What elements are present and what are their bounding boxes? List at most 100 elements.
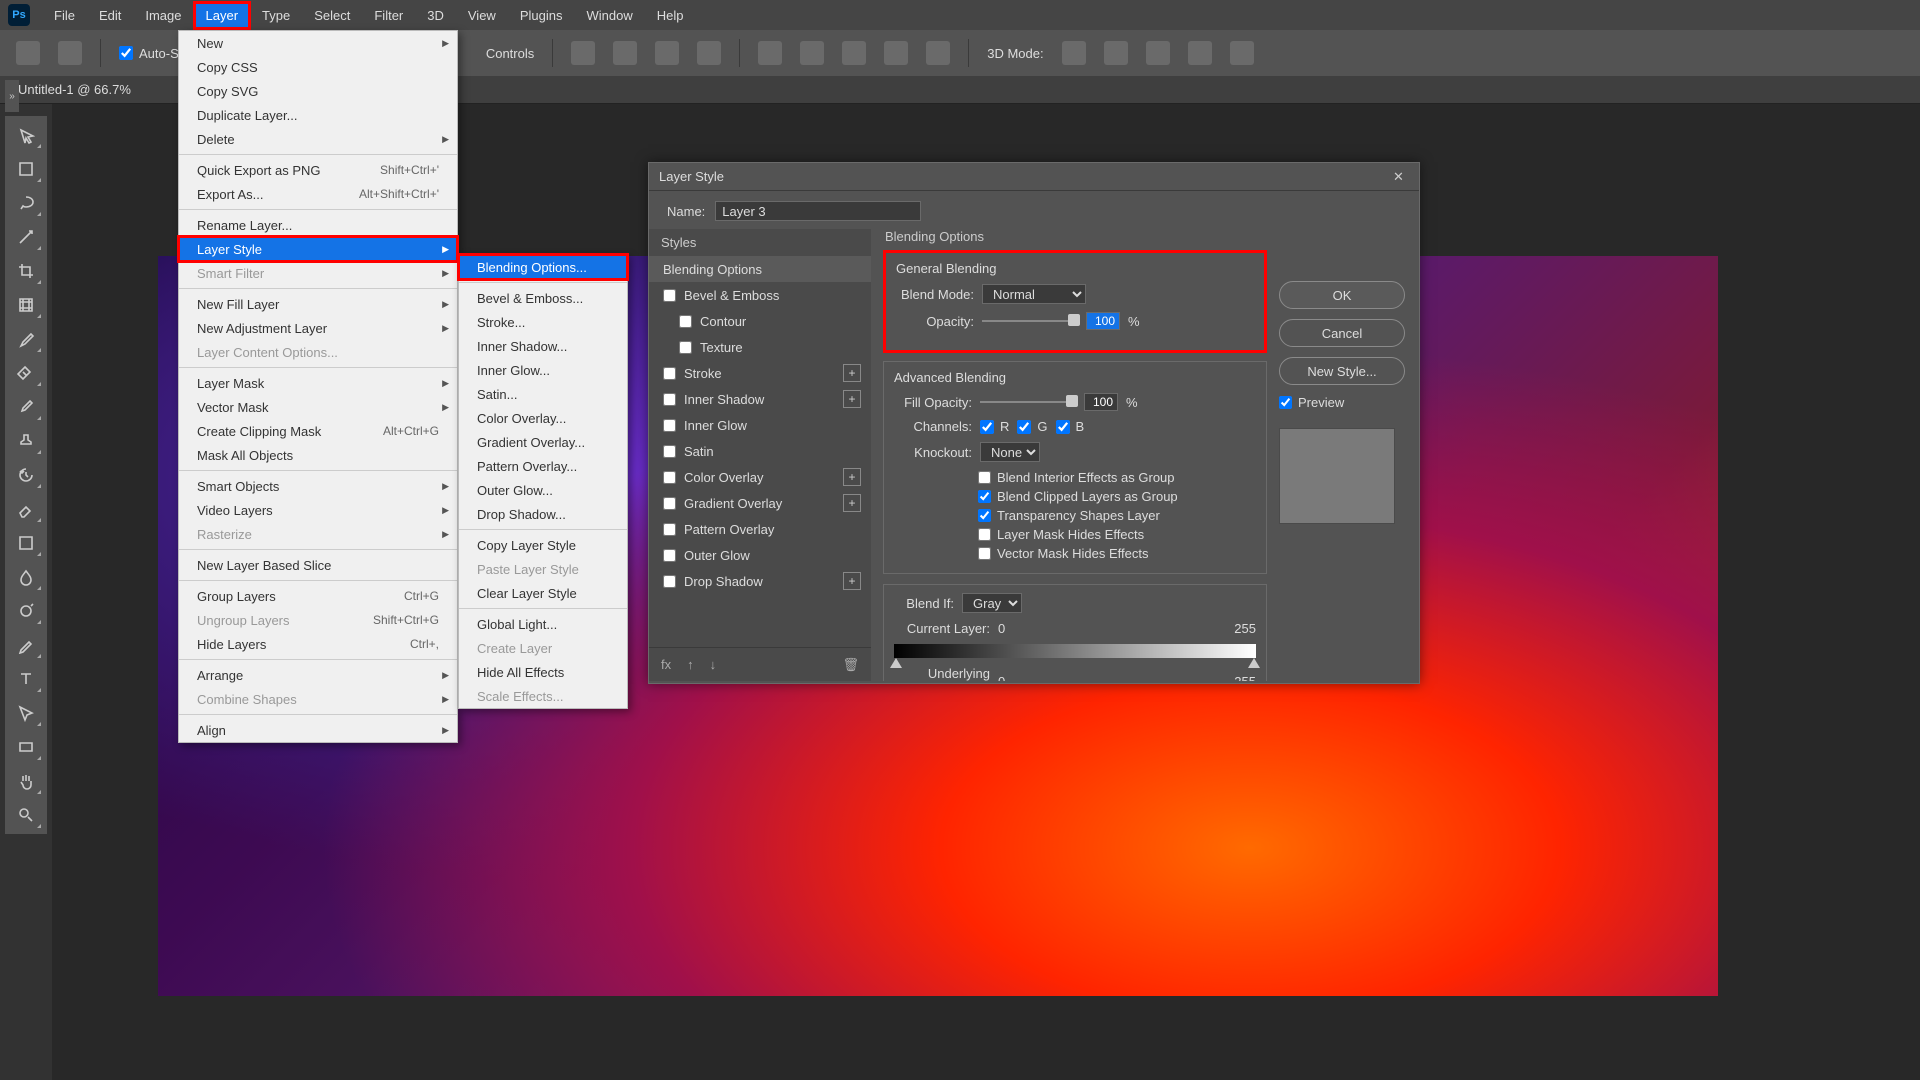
vector-mask-hides-checkbox[interactable] — [978, 547, 991, 560]
transparency-shapes-checkbox[interactable] — [978, 509, 991, 522]
more-icon[interactable] — [926, 41, 950, 65]
style-row[interactable]: Satin — [649, 438, 871, 464]
style-checkbox[interactable] — [663, 549, 676, 562]
align-left-icon[interactable] — [571, 41, 595, 65]
blend-interior-checkbox[interactable] — [978, 471, 991, 484]
align-center-icon[interactable] — [613, 41, 637, 65]
style-row[interactable]: Blending Options — [649, 256, 871, 282]
walk3d-icon[interactable] — [1188, 41, 1212, 65]
move-tool[interactable] — [9, 120, 43, 150]
hand-tool[interactable] — [9, 766, 43, 796]
blur-tool[interactable] — [9, 562, 43, 592]
menu-item[interactable]: Smart Objects — [179, 474, 457, 498]
trash-icon[interactable]: 🗑 — [842, 657, 859, 673]
add-effect-icon[interactable]: + — [843, 494, 861, 512]
orbit3d-icon[interactable] — [1062, 41, 1086, 65]
heal-tool[interactable] — [9, 358, 43, 388]
menu-item[interactable]: Arrange — [179, 663, 457, 687]
submenu-item[interactable]: Inner Glow... — [459, 358, 627, 382]
layer-menu[interactable]: NewCopy CSSCopy SVGDuplicate Layer...Del… — [178, 30, 458, 743]
brush-tool[interactable] — [9, 392, 43, 422]
path-tool[interactable] — [9, 698, 43, 728]
style-checkbox[interactable] — [679, 341, 692, 354]
layer-mask-hides-checkbox[interactable] — [978, 528, 991, 541]
blend-mode-select[interactable]: Normal — [982, 284, 1086, 304]
menu-filter[interactable]: Filter — [362, 2, 415, 29]
menu-plugins[interactable]: Plugins — [508, 2, 575, 29]
history-tool[interactable] — [9, 460, 43, 490]
dolly3d-icon[interactable] — [1146, 41, 1170, 65]
style-checkbox[interactable] — [663, 575, 676, 588]
style-checkbox[interactable] — [663, 471, 676, 484]
style-checkbox[interactable] — [663, 419, 676, 432]
wand-tool[interactable] — [9, 222, 43, 252]
crop-tool[interactable] — [9, 256, 43, 286]
type-tool[interactable] — [9, 664, 43, 694]
style-checkbox[interactable] — [663, 367, 676, 380]
submenu-item[interactable]: Inner Shadow... — [459, 334, 627, 358]
align-top-icon[interactable] — [758, 41, 782, 65]
fx-icon[interactable]: fx — [661, 657, 671, 672]
menu-select[interactable]: Select — [302, 2, 362, 29]
style-checkbox[interactable] — [663, 393, 676, 406]
menu-help[interactable]: Help — [645, 2, 696, 29]
gradient-tool[interactable] — [9, 528, 43, 558]
menu-item[interactable]: Copy SVG — [179, 79, 457, 103]
submenu-item[interactable]: Copy Layer Style — [459, 533, 627, 557]
submenu-item[interactable]: Blending Options... — [459, 255, 627, 279]
style-row[interactable]: Gradient Overlay+ — [649, 490, 871, 516]
menu-item[interactable]: New Adjustment Layer — [179, 316, 457, 340]
menu-view[interactable]: View — [456, 2, 508, 29]
home-icon[interactable] — [16, 41, 40, 65]
style-checkbox[interactable] — [663, 445, 676, 458]
layer-style-submenu[interactable]: Blending Options...Bevel & Emboss...Stro… — [458, 254, 628, 709]
style-row[interactable]: Color Overlay+ — [649, 464, 871, 490]
channel-b-checkbox[interactable]: B — [1056, 419, 1085, 434]
menu-item[interactable]: Duplicate Layer... — [179, 103, 457, 127]
align-bottom-icon[interactable] — [842, 41, 866, 65]
style-row[interactable]: Stroke+ — [649, 360, 871, 386]
blendif-select[interactable]: Gray — [962, 593, 1022, 613]
style-checkbox[interactable] — [663, 523, 676, 536]
style-row[interactable]: Bevel & Emboss — [649, 282, 871, 308]
current-layer-gradient[interactable] — [894, 644, 1256, 658]
menu-item[interactable]: New — [179, 31, 457, 55]
submenu-item[interactable]: Drop Shadow... — [459, 502, 627, 526]
style-checkbox[interactable] — [663, 289, 676, 302]
layer-name-input[interactable] — [715, 201, 921, 221]
eraser-tool[interactable] — [9, 494, 43, 524]
move-down-icon[interactable]: ↓ — [710, 657, 717, 672]
menu-item[interactable]: Export As...Alt+Shift+Ctrl+' — [179, 182, 457, 206]
dialog-titlebar[interactable]: Layer Style — [649, 163, 1419, 191]
menu-3d[interactable]: 3D — [415, 2, 456, 29]
submenu-item[interactable]: Color Overlay... — [459, 406, 627, 430]
add-effect-icon[interactable]: + — [843, 572, 861, 590]
style-row[interactable]: Inner Glow — [649, 412, 871, 438]
stamp-tool[interactable] — [9, 426, 43, 456]
menu-file[interactable]: File — [42, 2, 87, 29]
style-checkbox[interactable] — [679, 315, 692, 328]
channel-r-checkbox[interactable]: R — [980, 419, 1009, 434]
camera3d-icon[interactable] — [1230, 41, 1254, 65]
submenu-item[interactable]: Bevel & Emboss... — [459, 286, 627, 310]
menu-item[interactable]: Copy CSS — [179, 55, 457, 79]
menu-item[interactable]: Align — [179, 718, 457, 742]
distribute-icon[interactable] — [884, 41, 908, 65]
menu-window[interactable]: Window — [574, 2, 644, 29]
add-effect-icon[interactable]: + — [843, 364, 861, 382]
menu-type[interactable]: Type — [250, 2, 302, 29]
style-row[interactable]: Outer Glow — [649, 542, 871, 568]
document-tab[interactable]: Untitled-1 @ 66.7% — [0, 76, 149, 103]
fill-opacity-slider[interactable] — [980, 393, 1076, 411]
menu-item[interactable]: Hide LayersCtrl+, — [179, 632, 457, 656]
fill-opacity-value[interactable]: 100 — [1084, 393, 1118, 411]
zoom-tool[interactable] — [9, 800, 43, 830]
ok-button[interactable]: OK — [1279, 281, 1405, 309]
blend-clipped-checkbox[interactable] — [978, 490, 991, 503]
submenu-item[interactable]: Global Light... — [459, 612, 627, 636]
style-row[interactable]: Inner Shadow+ — [649, 386, 871, 412]
submenu-item[interactable]: Outer Glow... — [459, 478, 627, 502]
align-right-icon[interactable] — [655, 41, 679, 65]
menu-item[interactable]: Mask All Objects — [179, 443, 457, 467]
opacity-slider[interactable] — [982, 312, 1078, 330]
